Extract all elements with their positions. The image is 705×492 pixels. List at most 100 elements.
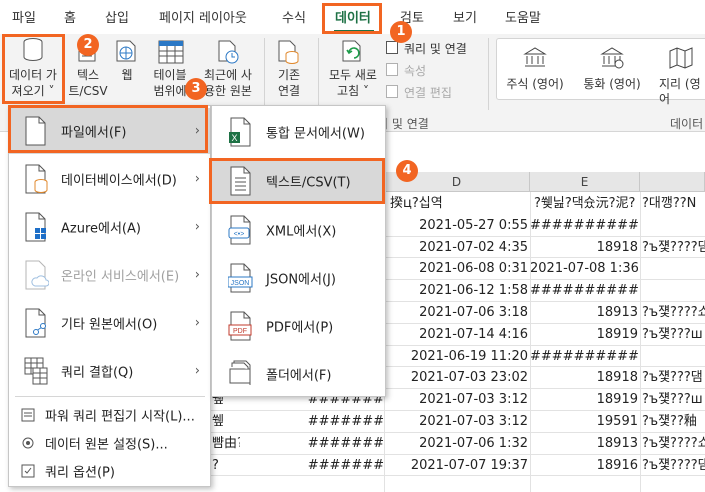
cell-f[interactable]: ?ъ쟻????댐	[642, 237, 705, 258]
tab-view[interactable]: 보기	[453, 7, 477, 26]
cell-f[interactable]: ?ъ쟻????댐	[642, 455, 705, 476]
cell-d[interactable]: 2021-06-08 0:31	[384, 258, 528, 279]
cell-e[interactable]: 18919	[530, 324, 638, 345]
cell-f-header[interactable]: ?대깽??N	[642, 193, 705, 214]
menu-item[interactable]: Azure에서(A) ›	[9, 204, 210, 250]
tab-formulas[interactable]: 수식	[282, 7, 306, 26]
stocks-bank-icon	[523, 47, 547, 67]
menu-item[interactable]: 데이터베이스에서(D) ›	[9, 156, 210, 202]
cell-d[interactable]: 2021-07-07 19:37	[384, 455, 528, 476]
column-header-f[interactable]	[640, 172, 705, 192]
tab-file[interactable]: 파일	[12, 7, 36, 26]
cell-e[interactable]: ###########	[530, 280, 638, 301]
combine-icon	[24, 357, 48, 385]
menu-item[interactable]: 기타 원본에서(O) ›	[9, 300, 210, 346]
existing-label-2: 연결	[277, 84, 301, 98]
svg-text:<•>: <•>	[234, 231, 245, 238]
cell-d[interactable]: 2021-05-27 0:55	[384, 215, 528, 236]
cell-f[interactable]: ?ъ쟻????쇼	[642, 433, 705, 454]
tab-help[interactable]: 도움말	[505, 7, 541, 26]
recent-label-1: 최근에 사	[204, 68, 252, 82]
submenu-item[interactable]: X 통합 문서에서(W)	[212, 110, 385, 154]
cell-d[interactable]: 2021-07-03 3:12	[384, 411, 528, 432]
data-source-settings-icon	[22, 437, 34, 449]
submenu-item[interactable]: PDF PDF에서(P)	[212, 304, 385, 348]
cell-f[interactable]	[642, 215, 705, 236]
other-source-icon	[25, 308, 46, 338]
launch-power-query-editor-item[interactable]: 파워 쿼리 편집기 시작(L)...	[9, 402, 210, 428]
cell-e[interactable]: 18913	[530, 302, 638, 323]
geography-data-type[interactable]: 지리 (영어	[651, 39, 705, 106]
query-options-item[interactable]: 쿼리 옵션(P)	[9, 458, 210, 484]
cell-e[interactable]: ###########	[530, 346, 638, 367]
cloud-file-icon	[25, 260, 49, 290]
cell-f[interactable]: ?ъ쟻???댐	[642, 367, 705, 388]
menu-item[interactable]: 온라인 서비스에서(E) ›	[9, 252, 210, 298]
cell-d-header[interactable]: 揆ц?십역	[390, 193, 530, 214]
cell-d[interactable]: 2021-07-06 3:18	[384, 302, 528, 323]
properties-button[interactable]: 속성	[386, 60, 486, 80]
submenu-item-label: JSON에서(J)	[266, 272, 336, 288]
query-options-icon	[21, 464, 35, 478]
tab-insert[interactable]: 삽입	[105, 7, 129, 26]
cell-d[interactable]: 2021-07-03 3:12	[384, 389, 528, 410]
web-label: 웹	[121, 68, 133, 82]
table-label-2: 범위에	[153, 84, 187, 98]
cell-fragment: 뺨由?	[212, 435, 240, 451]
cell-d[interactable]: 2021-07-02 4:35	[384, 237, 528, 258]
cell-f[interactable]	[642, 346, 705, 367]
menu-item[interactable]: 쿼리 결합(Q) ›	[9, 348, 210, 394]
menu-divider	[15, 396, 205, 397]
tab-home[interactable]: 홈	[64, 7, 76, 26]
stocks-data-type[interactable]: 주식 (영어)	[497, 39, 573, 99]
existing-connections-button[interactable]: 기존 연결	[268, 34, 310, 104]
cell-e[interactable]: 18913	[530, 433, 638, 454]
chevron-right-icon: ›	[194, 363, 200, 379]
cell-e[interactable]: 2021-07-08 1:36	[530, 258, 638, 279]
column-gridline	[640, 192, 641, 492]
refresh-all-button[interactable]: 모두 새로 고침 ˅	[322, 34, 384, 104]
cell-d[interactable]: 2021-07-03 23:02	[384, 367, 528, 388]
cell-f[interactable]	[642, 258, 705, 279]
cell-f[interactable]: ?ъ쟻???ш	[642, 389, 705, 410]
data-types-gallery: 주식 (영어) 통화 (영어) 지리 (영어	[496, 38, 705, 106]
from-table-button[interactable]: 테이블 범위에	[150, 34, 190, 104]
column-header-e[interactable]: E	[530, 172, 640, 192]
data-source-settings-item[interactable]: 데이터 원본 설정(S)...	[9, 430, 210, 456]
cell-d[interactable]: 2021-06-19 11:20	[384, 346, 528, 367]
queries-connections-label: 쿼리 및 연결	[404, 42, 467, 56]
cell-e[interactable]: ###########	[530, 215, 638, 236]
cell-d[interactable]: 2021-07-14 4:16	[384, 324, 528, 345]
edit-links-button[interactable]: 연결 편집	[386, 82, 486, 102]
cell-e[interactable]: 19591	[530, 411, 638, 432]
web-button[interactable]: 웹	[112, 34, 142, 104]
cell-f[interactable]: ?ъ쟻????쇼	[642, 302, 705, 323]
cell-e[interactable]: 18919	[530, 389, 638, 410]
cell-e-header[interactable]: ?쒲닖?댁슜沅?泥?	[534, 193, 640, 214]
step-badge-3: 3	[185, 78, 207, 100]
submenu-item-label: 폴더에서(F)	[266, 368, 332, 384]
tab-page-layout[interactable]: 페이지 레이아웃	[159, 7, 247, 26]
database-icon	[25, 164, 48, 194]
submenu-item[interactable]: 폴더에서(F)	[212, 352, 385, 396]
cell-e[interactable]: 18916	[530, 455, 638, 476]
power-query-editor-icon	[21, 408, 35, 422]
queries-pane-icon	[386, 41, 398, 54]
menu-item-label: Azure에서(A)	[61, 221, 141, 237]
properties-icon	[386, 63, 398, 76]
from-file-submenu: X 통합 문서에서(W) 텍스트/CSV(T) <•> XML에서(X) JSON JSON…	[211, 105, 386, 397]
geography-label: 지리 (영어	[659, 77, 701, 106]
submenu-item[interactable]: <•> XML에서(X)	[212, 208, 385, 252]
column-gridline	[530, 192, 531, 492]
cell-f[interactable]	[642, 280, 705, 301]
cell-e[interactable]: 18918	[530, 367, 638, 388]
cell-e[interactable]: 18918	[530, 237, 638, 258]
cell-d[interactable]: 2021-07-06 1:32	[384, 433, 528, 454]
currency-data-type[interactable]: 통화 (영어)	[577, 39, 647, 99]
cell-f[interactable]: ?ъ쟻???ш	[642, 324, 705, 345]
submenu-item[interactable]: JSON JSON에서(J)	[212, 256, 385, 300]
cell-f[interactable]: ?ъ쟻??釉	[642, 411, 705, 432]
cell-d[interactable]: 2021-06-12 1:58	[384, 280, 528, 301]
launch-editor-label: 파워 쿼리 편집기 시작(L)...	[45, 409, 195, 425]
edit-links-label: 연결 편집	[404, 86, 452, 100]
